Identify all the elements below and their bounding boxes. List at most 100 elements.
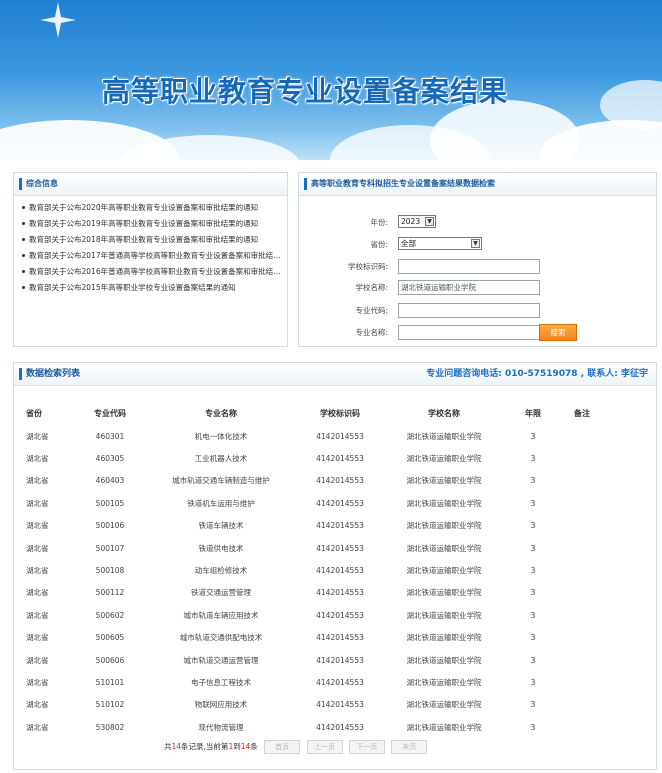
table-cell: 铁道车辆技术 <box>198 521 244 531</box>
table-cell <box>562 425 602 447</box>
table-cell <box>562 627 602 649</box>
table-cell: 4142014553 <box>316 543 364 553</box>
table-cell: 4142014553 <box>316 521 364 531</box>
table-row: 湖北省 460305 工业机器人技术 4142014553 湖北铁道运输职业学院 3 <box>26 447 602 469</box>
school-code-label: 学校标识码: <box>347 262 388 271</box>
last-page-button[interactable]: 末页 <box>391 740 428 754</box>
table-cell: 510102 <box>95 700 125 710</box>
table-cell: 3 <box>530 610 536 620</box>
news-item[interactable]: 教育部关于公布2017年普通高等学校高等职业教育专业设置备案和审批结果的通知 <box>22 248 284 264</box>
table-cell: 湖北省 <box>26 566 49 576</box>
table-cell: 4142014553 <box>316 498 364 508</box>
news-item[interactable]: 教育部关于公布2018年高等职业教育专业设置备案和审批结果的通知 <box>22 232 284 248</box>
bullet-icon <box>22 206 25 209</box>
column-header: 年限 <box>525 408 541 418</box>
year-select[interactable]: 2023 ▼ <box>398 215 436 228</box>
table-cell: 4142014553 <box>316 722 364 732</box>
table-row: 湖北省 500606 城市轨道交通运营管理 4142014553 湖北铁道运输职业学院 3 <box>26 649 602 671</box>
table-cell: 4142014553 <box>316 610 364 620</box>
table-cell: 湖北铁道运输职业学院 <box>406 498 482 508</box>
chevron-down-icon: ▼ <box>425 217 434 226</box>
table-cell: 湖北省 <box>26 700 49 710</box>
table-cell: 湖北铁道运输职业学院 <box>406 454 482 464</box>
table-cell: 500602 <box>95 610 125 620</box>
table-cell <box>562 559 602 581</box>
table-cell: 湖北铁道运输职业学院 <box>406 431 482 441</box>
info-panel-heading: 综合信息 <box>14 173 287 196</box>
table-cell: 4142014553 <box>316 677 364 687</box>
table-cell: 3 <box>530 543 536 553</box>
school-name-row: 学校名称: 湖北铁道运输职业学院 <box>299 280 656 296</box>
province-row: 省份: 全部 ▼ <box>299 237 656 253</box>
page-title: 高等职业教育专业设置备案结果 <box>102 75 509 108</box>
column-header: 专业代码 <box>94 408 126 418</box>
table-cell: 湖北省 <box>26 543 49 553</box>
table-cell: 4142014553 <box>316 633 364 643</box>
table-cell: 湖北省 <box>26 633 49 643</box>
table-cell: 500108 <box>95 566 125 576</box>
table-cell: 物联网应用技术 <box>194 700 248 710</box>
school-name-input[interactable]: 湖北铁道运输职业学院 <box>398 280 540 295</box>
province-select[interactable]: 全部 ▼ <box>398 237 482 250</box>
school-code-input[interactable] <box>398 259 540 274</box>
table-cell: 3 <box>530 588 536 598</box>
table-row: 湖北省 500602 城市轨道车辆应用技术 4142014553 湖北铁道运输职业学院 3 <box>26 604 602 626</box>
table-cell: 500112 <box>95 588 125 598</box>
bullet-icon <box>22 286 25 289</box>
news-item[interactable]: 教育部关于公布2016年普通高等学校高等职业教育专业设置备案和审批结果的通知 <box>22 264 284 280</box>
major-code-label: 专业代码: <box>355 306 388 315</box>
table-cell: 460305 <box>95 454 125 464</box>
news-item[interactable]: 教育部关于公布2020年高等职业教育专业设置备案和审批结果的通知 <box>22 200 284 216</box>
column-header: 省份 <box>26 408 42 418</box>
major-name-input[interactable] <box>398 325 540 340</box>
table-cell: 湖北铁道运输职业学院 <box>406 633 482 643</box>
table-cell: 湖北省 <box>26 476 49 486</box>
province-label: 省份: <box>370 240 388 249</box>
search-panel-heading: 高等职业教育专科拟招生专业设置备案结果数据检索 <box>299 173 656 196</box>
table-row: 湖北省 500105 铁道机车运用与维护 4142014553 湖北铁道运输职业学院 3 <box>26 492 602 514</box>
table-cell: 湖北铁道运输职业学院 <box>406 566 482 576</box>
table-row: 湖北省 510102 物联网应用技术 4142014553 湖北铁道运输职业学院 3 <box>26 694 602 716</box>
banner: 高等职业教育专业设置备案结果 <box>0 0 662 160</box>
table-cell: 城市轨道交通车辆制造与维护 <box>172 476 270 486</box>
first-page-button[interactable]: 首页 <box>264 740 301 754</box>
major-name-row: 专业名称: 搜索 <box>299 324 656 341</box>
table-header-row: 省份 专业代码 专业名称 学校标识码 学校名称 年限 备注 <box>26 401 602 425</box>
table-cell: 3 <box>530 454 536 464</box>
pagination: 共14条记录,当前第1到14条 首页 上一页 下一页 末页 <box>164 740 428 754</box>
table-cell: 铁道机车运用与维护 <box>187 498 255 508</box>
table-row: 湖北省 500108 动车组检修技术 4142014553 湖北铁道运输职业学院 3 <box>26 559 602 581</box>
table-row: 湖北省 460301 机电一体化技术 4142014553 湖北铁道运输职业学院 3 <box>26 425 602 447</box>
table-cell <box>562 447 602 469</box>
table-cell: 3 <box>530 677 536 687</box>
table-cell: 3 <box>530 498 536 508</box>
table-cell: 工业机器人技术 <box>194 454 248 464</box>
column-header: 专业名称 <box>205 408 237 418</box>
table-cell: 500107 <box>95 543 125 553</box>
news-list: 教育部关于公布2020年高等职业教育专业设置备案和审批结果的通知 教育部关于公布… <box>14 196 287 296</box>
news-item[interactable]: 教育部关于公布2019年高等职业教育专业设置备案和审批结果的通知 <box>22 216 284 232</box>
news-item[interactable]: 教育部关于公布2015年高等职业学校专业设置备案结果的通知 <box>22 280 284 296</box>
major-name-label: 专业名称: <box>355 328 388 337</box>
search-button[interactable]: 搜索 <box>539 324 577 341</box>
next-page-button[interactable]: 下一页 <box>348 740 385 754</box>
result-panel: 数据检索列表 专业问题咨询电话: 010-57519078 , 联系人: 李征宇… <box>13 362 657 770</box>
table-row: 湖北省 460403 城市轨道交通车辆制造与维护 4142014553 湖北铁道运输职业… <box>26 470 602 492</box>
year-label: 年份: <box>370 218 388 227</box>
table-cell: 湖北省 <box>26 431 49 441</box>
table-cell: 510101 <box>95 677 125 687</box>
table-cell: 4142014553 <box>316 700 364 710</box>
table-cell: 湖北省 <box>26 588 49 598</box>
bullet-icon <box>22 270 25 273</box>
column-header: 备注 <box>574 408 590 418</box>
table-cell: 3 <box>530 521 536 531</box>
table-cell <box>562 716 602 738</box>
major-code-row: 专业代码: <box>299 303 656 319</box>
major-code-input[interactable] <box>398 303 540 318</box>
result-panel-header: 数据检索列表 专业问题咨询电话: 010-57519078 , 联系人: 李征宇 <box>14 363 656 386</box>
table-cell <box>562 671 602 693</box>
table-cell: 湖北省 <box>26 454 49 464</box>
prev-page-button[interactable]: 上一页 <box>306 740 343 754</box>
table-cell: 湖北省 <box>26 722 49 732</box>
table-cell: 湖北铁道运输职业学院 <box>406 722 482 732</box>
